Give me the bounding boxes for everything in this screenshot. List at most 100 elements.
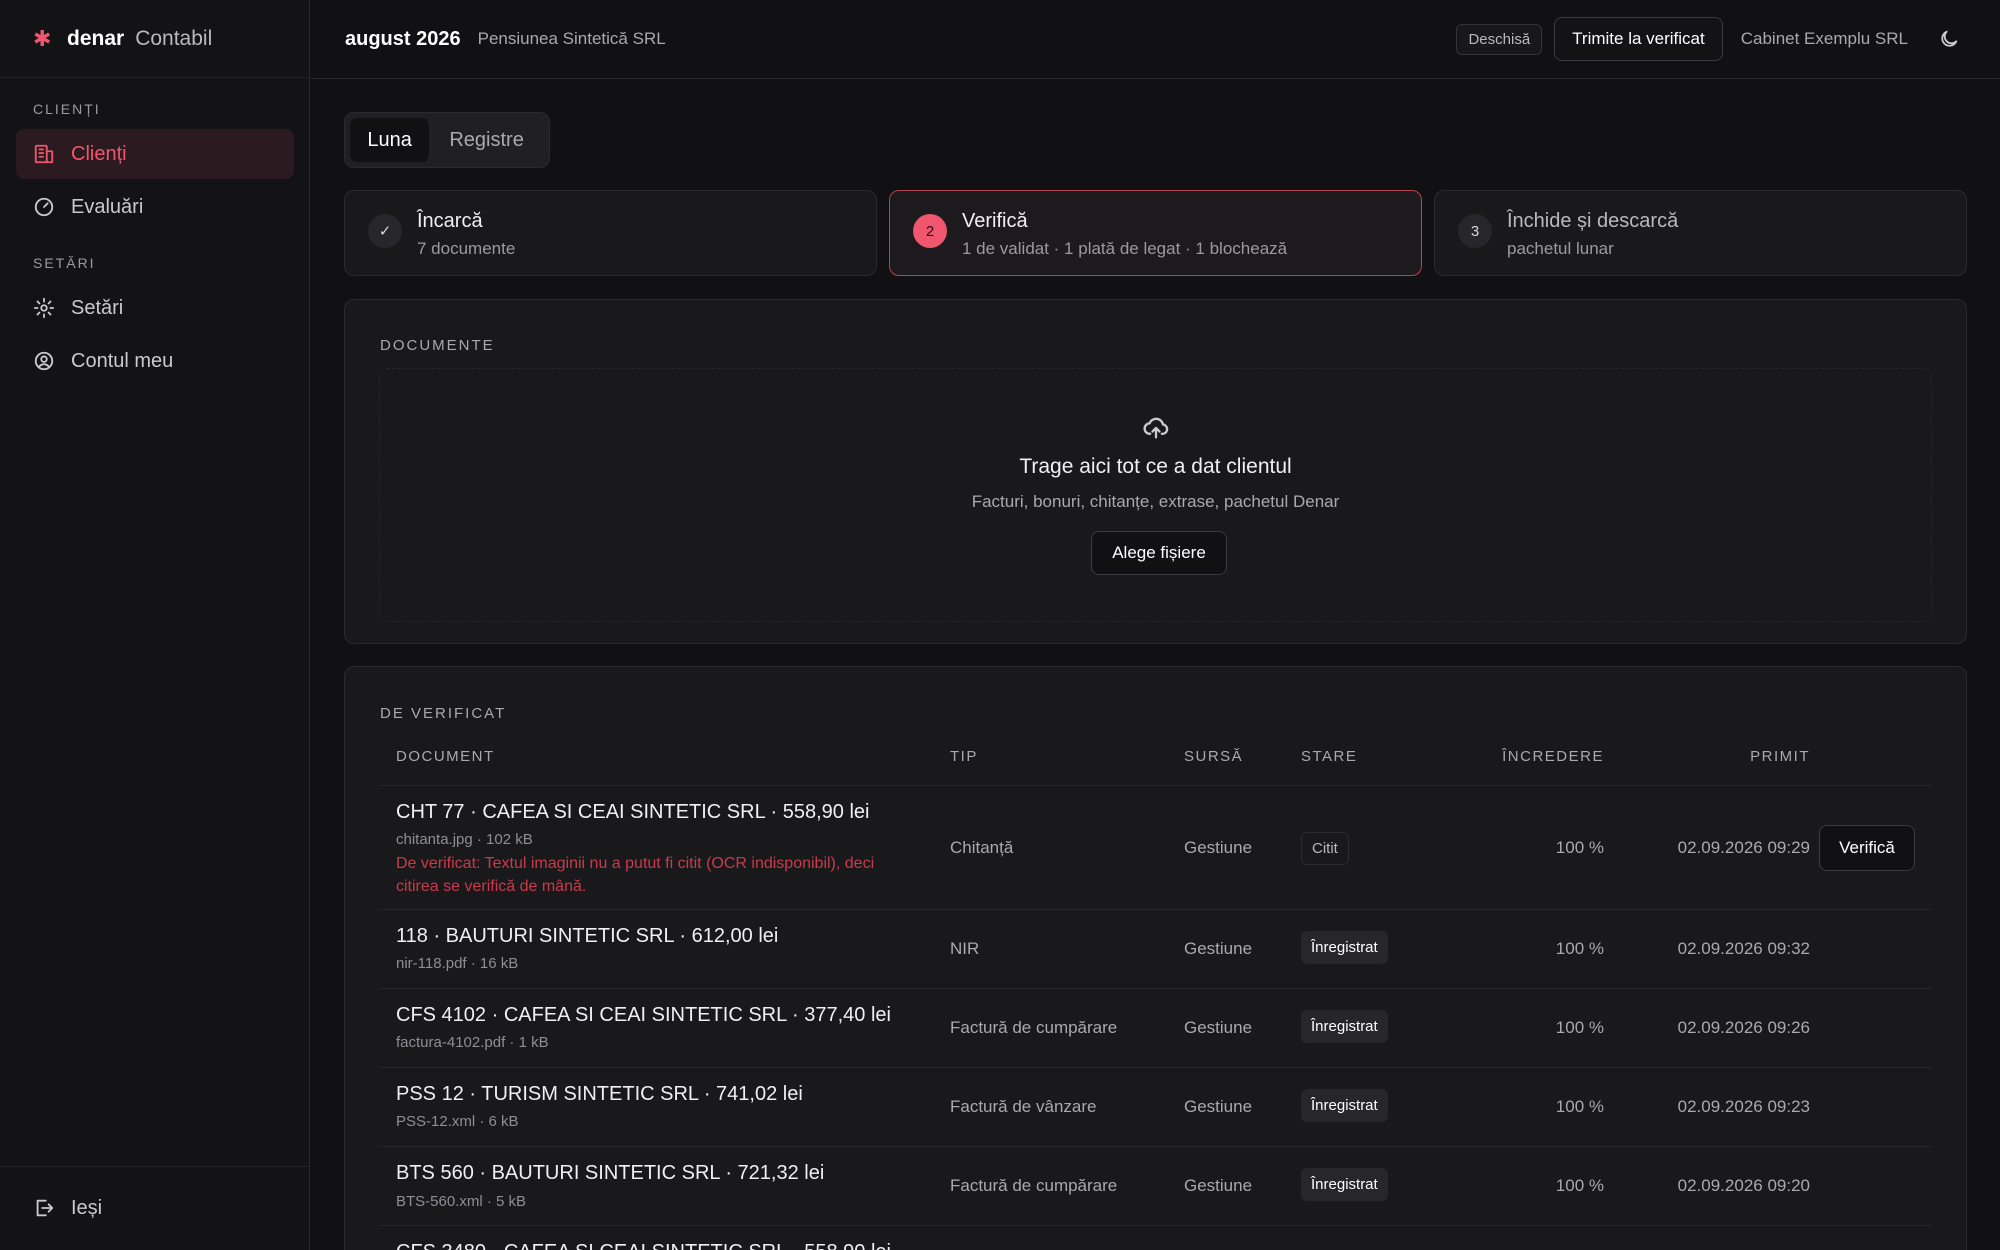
send-to-review-button[interactable]: Trimite la verificat <box>1554 17 1723 61</box>
received-date: 02.09.2026 09:23 <box>1677 1097 1810 1116</box>
row-divider <box>379 988 1932 989</box>
status-badge: Înregistrat <box>1301 1010 1388 1043</box>
status-badge: Deschisă <box>1456 23 1543 55</box>
document-type: Factură de cumpărare <box>950 1018 1118 1037</box>
sidebar-item-label: Setări <box>71 296 124 319</box>
step-subtitle: 7 documente <box>417 239 516 258</box>
sidebar-footer: Ieși <box>0 1166 309 1250</box>
view-tabs: Luna Registre <box>344 112 550 168</box>
document-title: CFS 3480 · CAFEA SI CEAI SINTETIC SRL · … <box>396 1241 891 1250</box>
sidebar: ✱ denar Contabil CLIENȚI Clienți Evaluăr… <box>0 0 310 1250</box>
sidebar-item-clients[interactable]: Clienți <box>16 129 294 179</box>
confidence-value: 100 % <box>1555 1018 1604 1037</box>
column-header-document[interactable]: DOCUMENT <box>396 748 495 765</box>
sidebar-item-settings[interactable]: Setări <box>16 283 294 333</box>
step-upload[interactable]: ✓ Încarcă 7 documente <box>344 190 877 276</box>
documents-panel: DOCUMENTE Trage aici tot ce a dat client… <box>344 299 1967 644</box>
document-title: BTS 560 · BAUTURI SINTETIC SRL · 721,32 … <box>396 1162 825 1184</box>
step-subtitle: pachetul lunar <box>1507 239 1614 258</box>
confidence-value: 100 % <box>1555 1176 1604 1195</box>
step-verify[interactable]: 2 Verifică 1 de validat · 1 plată de leg… <box>889 190 1422 276</box>
sidebar-item-account[interactable]: Contul meu <box>16 336 294 386</box>
file-dropzone[interactable]: Trage aici tot ce a dat clientul Facturi… <box>379 368 1932 622</box>
document-title: PSS 12 · TURISM SINTETIC SRL · 741,02 le… <box>396 1083 803 1105</box>
building-icon <box>34 144 54 164</box>
dropzone-title: Trage aici tot ce a dat clientul <box>1019 455 1292 478</box>
brand[interactable]: ✱ denar Contabil <box>0 0 309 78</box>
check-icon: ✓ <box>368 214 402 248</box>
brand-logo-icon: ✱ <box>33 25 52 51</box>
step-close[interactable]: 3 Închide și descarcă pachetul lunar <box>1434 190 1967 276</box>
sidebar-item-label: Contul meu <box>71 349 174 372</box>
document-meta: BTS-560.xml · 5 kB <box>396 1193 527 1210</box>
panel-title: DOCUMENTE <box>380 337 495 354</box>
document-source: Gestiune <box>1184 838 1253 857</box>
sidebar-item-evaluations[interactable]: Evaluări <box>16 182 294 232</box>
status-badge: Citit <box>1301 832 1349 865</box>
company-name: Pensiunea Sintetică SRL <box>477 29 666 48</box>
document-source: Gestiune <box>1184 1097 1253 1116</box>
choose-files-button[interactable]: Alege fișiere <box>1091 531 1227 575</box>
document-meta: nir-118.pdf · 16 kB <box>396 955 519 972</box>
column-header-confidence[interactable]: ÎNCREDERE <box>1464 748 1604 765</box>
gear-icon <box>33 297 55 319</box>
status-badge: Înregistrat <box>1301 1089 1388 1122</box>
row-divider <box>379 1225 1932 1226</box>
confidence-value: 100 % <box>1555 838 1604 857</box>
moon-icon[interactable] <box>1938 28 1960 50</box>
confidence-value: 100 % <box>1555 939 1604 958</box>
sidebar-item-label: Evaluări <box>71 195 144 218</box>
user-circle-icon <box>34 351 54 371</box>
document-title: CFS 4102 · CAFEA SI CEAI SINTETIC SRL · … <box>396 1004 891 1026</box>
column-header-status[interactable]: STARE <box>1301 748 1357 765</box>
verify-button[interactable]: Verifică <box>1819 825 1915 871</box>
confidence-value: 100 % <box>1555 1097 1604 1116</box>
sidebar-item-label: Clienți <box>71 142 127 165</box>
row-divider <box>379 1067 1932 1068</box>
document-type: Factură de vânzare <box>950 1097 1097 1116</box>
panel-title: DE VERIFICAT <box>380 705 507 722</box>
step-title: Încarcă <box>417 210 483 232</box>
nav-section-settings: SETĂRI <box>33 255 96 271</box>
column-header-type[interactable]: TIP <box>950 748 978 765</box>
document-title: CHT 77 · CAFEA SI CEAI SINTETIC SRL · 55… <box>396 801 870 823</box>
step-title: Închide și descarcă <box>1507 210 1679 232</box>
brand-subtitle: Contabil <box>135 26 213 50</box>
document-source: Gestiune <box>1184 1018 1253 1037</box>
document-meta: chitanta.jpg · 102 kB <box>396 831 533 848</box>
step-subtitle: 1 de validat · 1 plată de legat · 1 bloc… <box>962 239 1288 258</box>
tab-month[interactable]: Luna <box>350 118 430 162</box>
received-date: 02.09.2026 09:26 <box>1677 1018 1810 1037</box>
status-badge: Înregistrat <box>1301 931 1388 964</box>
document-type: Chitanță <box>950 838 1014 857</box>
tab-registers[interactable]: Registre <box>429 118 544 162</box>
brand-name: denar <box>67 26 125 50</box>
cabinet-name[interactable]: Cabinet Exemplu SRL <box>1741 29 1908 49</box>
row-divider <box>379 909 1932 910</box>
received-date: 02.09.2026 09:32 <box>1677 939 1810 958</box>
document-meta: PSS-12.xml · 6 kB <box>396 1113 519 1130</box>
document-title: 118 · BAUTURI SINTETIC SRL · 612,00 lei <box>396 925 779 947</box>
logout-button[interactable]: Ieși <box>16 1183 294 1233</box>
received-date: 02.09.2026 09:20 <box>1677 1176 1810 1195</box>
row-divider <box>379 785 1932 786</box>
document-meta: factura-4102.pdf · 1 kB <box>396 1034 549 1051</box>
column-header-source[interactable]: SURSĂ <box>1184 748 1243 765</box>
document-source: Gestiune <box>1184 1176 1253 1195</box>
column-header-received[interactable]: PRIMIT <box>1710 748 1810 765</box>
dropzone-subtitle: Facturi, bonuri, chitanțe, extrase, pach… <box>971 492 1340 511</box>
row-divider <box>379 1146 1932 1147</box>
header: august 2026 Pensiunea Sintetică SRL Desc… <box>311 0 2000 79</box>
received-date: 02.09.2026 09:29 <box>1677 838 1810 857</box>
document-type: NIR <box>950 939 980 958</box>
step-number: 2 <box>913 214 947 248</box>
review-panel: DE VERIFICAT DOCUMENT TIP SURSĂ STARE ÎN… <box>344 666 1967 1250</box>
header-actions: Deschisă Trimite la verificat Cabinet Ex… <box>1456 17 1960 61</box>
gauge-icon <box>34 197 54 217</box>
step-title: Verifică <box>962 210 1028 232</box>
period-title: august 2026 <box>345 27 461 50</box>
status-badge: Înregistrat <box>1301 1168 1388 1201</box>
document-type: Factură de cumpărare <box>950 1176 1118 1195</box>
step-number: 3 <box>1458 214 1492 248</box>
document-source: Gestiune <box>1184 939 1253 958</box>
